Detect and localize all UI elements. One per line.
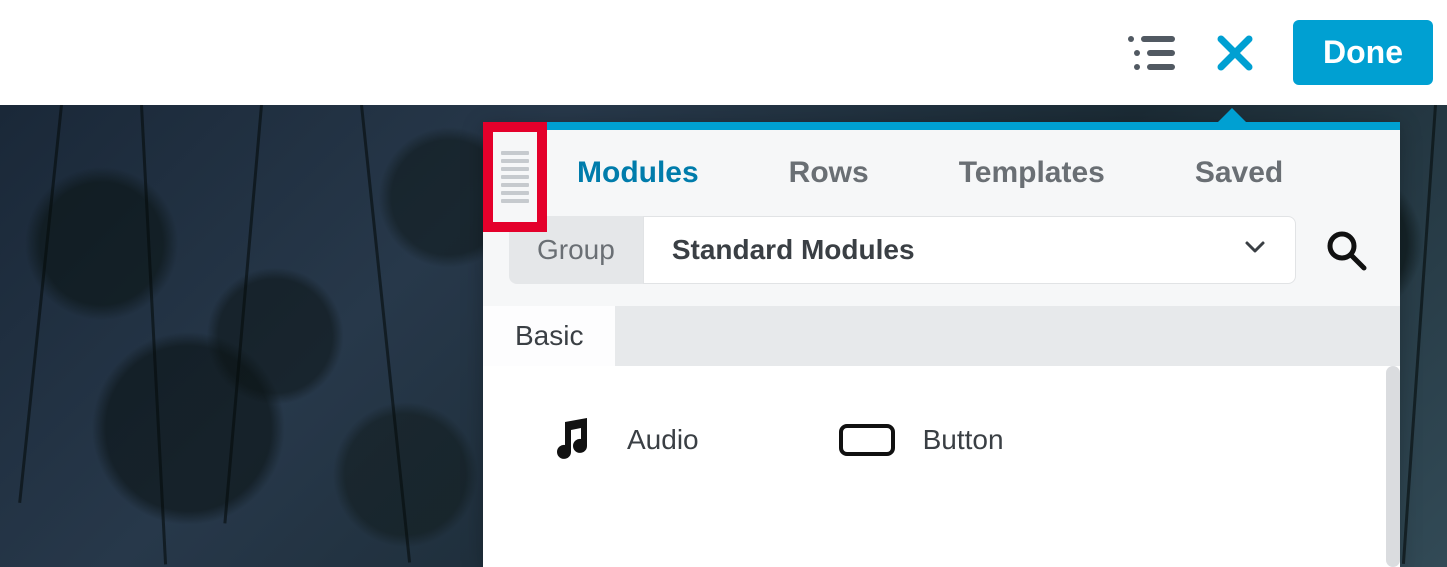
- section-tab-basic[interactable]: Basic: [483, 306, 615, 366]
- drag-handle-highlight: [483, 122, 547, 232]
- module-audio[interactable]: Audio: [543, 416, 699, 464]
- module-label: Audio: [627, 424, 699, 456]
- group-select-value: Standard Modules: [672, 234, 915, 266]
- done-button[interactable]: Done: [1293, 20, 1433, 85]
- button-shape-icon: [839, 422, 895, 458]
- tab-modules[interactable]: Modules: [577, 156, 699, 190]
- chevron-down-icon: [1243, 234, 1267, 266]
- outline-panel-icon[interactable]: [1125, 33, 1177, 73]
- module-button[interactable]: Button: [839, 416, 1004, 464]
- section-header: Basic: [483, 306, 1400, 366]
- panel-caret: [1216, 108, 1248, 124]
- tab-saved[interactable]: Saved: [1195, 156, 1283, 190]
- tab-rows[interactable]: Rows: [789, 156, 869, 190]
- search-icon[interactable]: [1318, 216, 1374, 284]
- modules-area: Audio Button: [483, 366, 1400, 567]
- scrollbar[interactable]: [1386, 366, 1400, 567]
- top-toolbar: Done: [0, 0, 1447, 105]
- music-note-icon: [543, 416, 599, 464]
- close-icon[interactable]: [1213, 31, 1257, 75]
- group-select[interactable]: Standard Modules: [643, 216, 1296, 284]
- module-label: Button: [923, 424, 1004, 456]
- panel-tabs: Modules Rows Templates Saved: [483, 130, 1400, 216]
- modules-list: Audio Button: [483, 366, 1400, 514]
- panel-drag-handle-icon[interactable]: [501, 151, 529, 203]
- tab-templates[interactable]: Templates: [959, 156, 1105, 190]
- group-row: Group Standard Modules: [483, 216, 1400, 306]
- content-panel: Modules Rows Templates Saved Group Stand…: [483, 122, 1400, 567]
